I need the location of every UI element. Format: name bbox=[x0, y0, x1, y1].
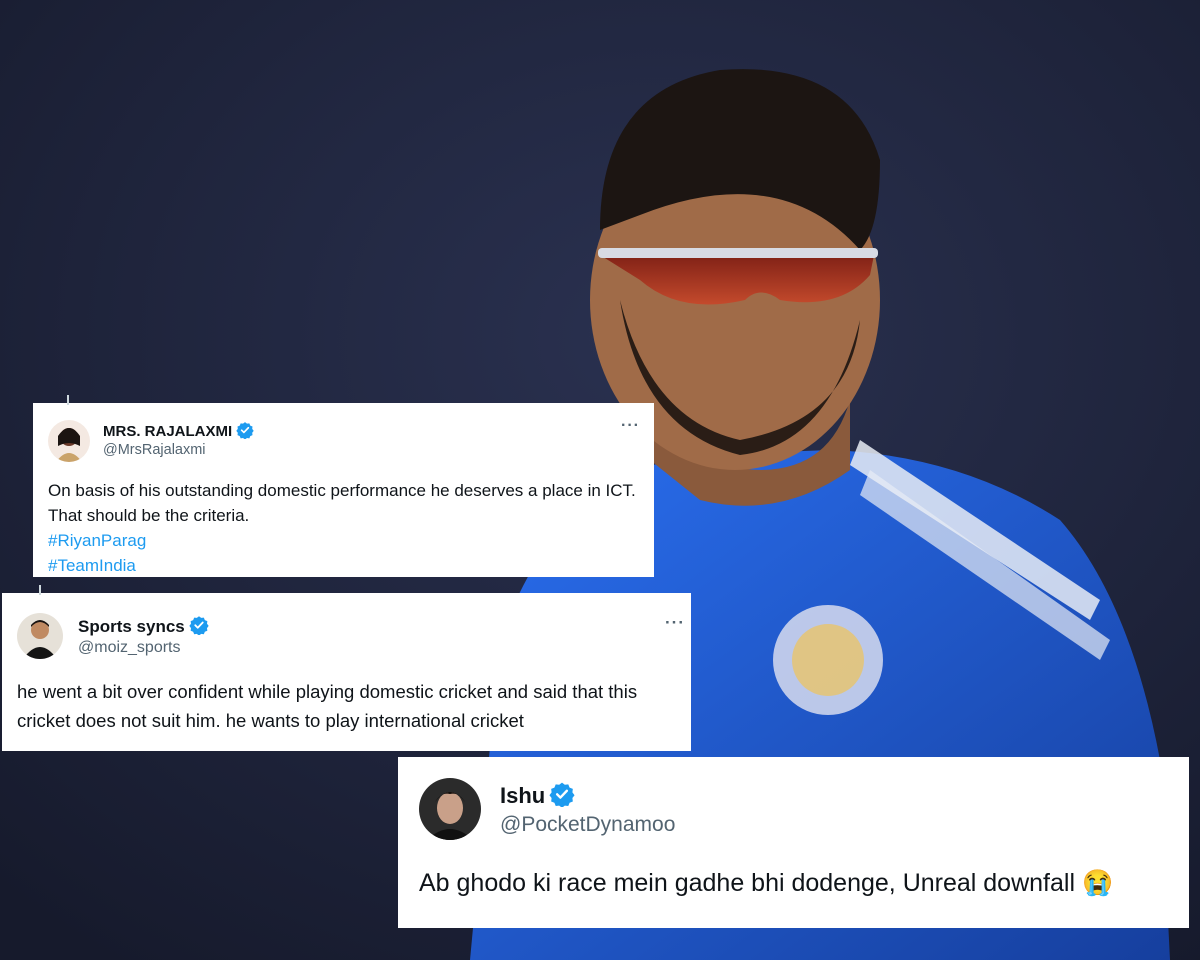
user-handle[interactable]: @MrsRajalaxmi bbox=[103, 442, 206, 458]
tweet-body: On basis of his outstanding domestic per… bbox=[48, 481, 636, 525]
tweet-card-sports-syncs[interactable]: Sports syncs @moiz_sports ··· he went a … bbox=[2, 585, 691, 751]
tweet-body: Ab ghodo ki race mein gadhe bhi dodenge,… bbox=[419, 869, 1076, 897]
avatar[interactable] bbox=[48, 420, 90, 462]
avatar[interactable] bbox=[17, 613, 63, 659]
thread-line bbox=[39, 585, 41, 595]
thread-line bbox=[67, 395, 69, 405]
verified-badge-icon bbox=[236, 421, 254, 443]
tweet-card-rajalaxmi[interactable]: MRS. RAJALAXMI @MrsRajalaxmi ··· On basi… bbox=[33, 395, 654, 578]
user-handle[interactable]: @PocketDynamoo bbox=[500, 813, 675, 837]
more-options-icon[interactable]: ··· bbox=[621, 417, 640, 435]
verified-badge-icon bbox=[549, 781, 575, 813]
tweet-text: Ab ghodo ki race mein gadhe bhi dodenge,… bbox=[419, 867, 1179, 899]
display-name[interactable]: MRS. RAJALAXMI bbox=[103, 421, 254, 443]
avatar[interactable] bbox=[419, 778, 481, 840]
more-options-icon[interactable]: ··· bbox=[665, 613, 685, 633]
hashtag-link[interactable]: #RiyanParag bbox=[48, 528, 648, 553]
hashtag-link[interactable]: #TeamIndia bbox=[48, 553, 648, 578]
tweet-card-ishu[interactable]: Ishu @PocketDynamoo Ab ghodo ki race mei… bbox=[398, 757, 1189, 928]
tweet-text: On basis of his outstanding domestic per… bbox=[48, 478, 648, 578]
tweet-text: he went a bit over confident while playi… bbox=[17, 681, 638, 731]
verified-badge-icon bbox=[189, 615, 209, 640]
crying-face-emoji: 😭 bbox=[1081, 869, 1114, 897]
user-handle[interactable]: @moiz_sports bbox=[78, 639, 181, 657]
display-name[interactable]: Ishu bbox=[500, 781, 575, 813]
display-name[interactable]: Sports syncs bbox=[78, 615, 209, 640]
